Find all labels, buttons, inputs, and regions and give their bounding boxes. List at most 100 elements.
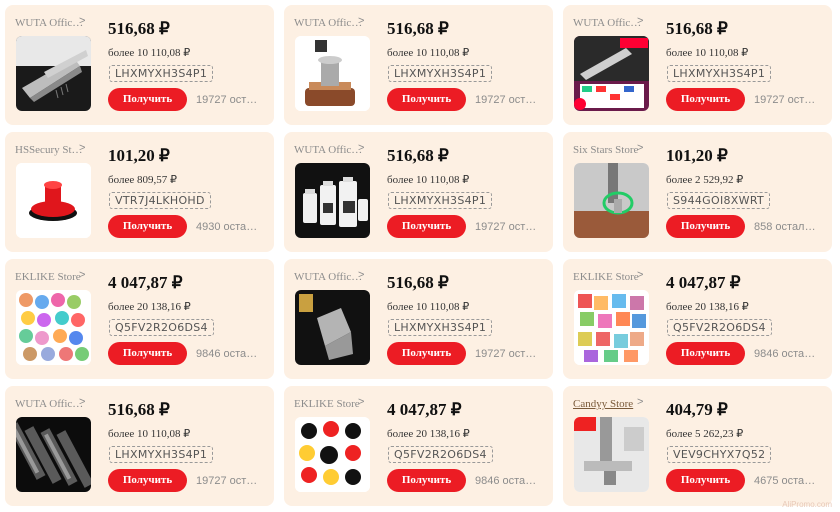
product-image[interactable] (574, 163, 649, 238)
minimum-order: более 5 262,23 ₽ (666, 428, 744, 440)
coupon-code[interactable]: Q5FV2R2O6DS4 (109, 319, 214, 336)
coupon-code[interactable]: Q5FV2R2O6DS4 (667, 319, 772, 336)
get-coupon-button[interactable]: Получить (666, 215, 745, 238)
coupon-card[interactable]: WUTA Official Store>516,68 ₽ более 10 110… (5, 5, 274, 125)
store-name[interactable]: WUTA Official Store (294, 17, 364, 29)
minimum-order: более 10 110,08 ₽ (387, 174, 470, 186)
product-image[interactable] (295, 290, 370, 365)
coupon-code[interactable]: LHXMYXH3S4P1 (109, 446, 214, 463)
product-image[interactable] (16, 163, 91, 238)
coupon-code[interactable]: Q5FV2R2O6DS4 (388, 446, 493, 463)
minimum-order: более 2 529,92 ₽ (666, 174, 744, 186)
coupon-price: 101,20 ₽ (108, 146, 170, 165)
chevron-right-icon[interactable]: > (358, 142, 364, 154)
coupon-price: 4 047,87 ₽ (108, 273, 183, 292)
minimum-order: более 20 138,16 ₽ (108, 301, 191, 313)
get-coupon-button[interactable]: Получить (387, 342, 466, 365)
remaining-count: 4675 осталось (754, 475, 816, 487)
coupon-price: 516,68 ₽ (666, 19, 728, 38)
coupon-card[interactable]: WUTA Official Store>516,68 ₽ более 10 110… (284, 5, 553, 125)
coupon-card[interactable]: EKLIKE Store >4 047,87 ₽ более 20 138,16 ₽… (284, 386, 553, 506)
chevron-right-icon[interactable]: > (637, 269, 643, 281)
store-name[interactable]: EKLIKE Store (294, 398, 364, 410)
coupon-price: 516,68 ₽ (387, 19, 449, 38)
coupon-card[interactable]: Candyy Store >404,79 ₽ более 5 262,23 ₽ VEV… (563, 386, 832, 506)
product-image[interactable] (16, 417, 91, 492)
remaining-count: 19727 осталось (475, 221, 537, 233)
product-image[interactable] (16, 290, 91, 365)
remaining-count: 9846 осталось (475, 475, 537, 487)
coupon-card[interactable]: HSSecury Store >101,20 ₽ более 809,57 ₽ VTR… (5, 132, 274, 252)
product-image[interactable] (574, 290, 649, 365)
store-name[interactable]: WUTA Official Store (15, 17, 85, 29)
product-image[interactable] (295, 417, 370, 492)
coupon-card[interactable]: EKLIKE Store >4 047,87 ₽ более 20 138,16 ₽… (5, 259, 274, 379)
store-name[interactable]: WUTA Official Store (294, 271, 364, 283)
store-name[interactable]: EKLIKE Store (15, 271, 85, 283)
chevron-right-icon[interactable]: > (358, 269, 364, 281)
coupon-card[interactable]: Six Stars Store >101,20 ₽ более 2 529,92 ₽… (563, 132, 832, 252)
get-coupon-button[interactable]: Получить (666, 469, 745, 492)
store-name[interactable]: WUTA Official Store (294, 144, 364, 156)
store-name[interactable]: Candyy Store (573, 398, 643, 410)
coupon-price: 516,68 ₽ (387, 146, 449, 165)
get-coupon-button[interactable]: Получить (108, 342, 187, 365)
chevron-right-icon[interactable]: > (637, 15, 643, 27)
remaining-count: 4930 осталось (196, 221, 258, 233)
coupon-price: 101,20 ₽ (666, 146, 728, 165)
remaining-count: 19727 осталось (196, 94, 258, 106)
store-name[interactable]: WUTA Official Store (573, 17, 643, 29)
chevron-right-icon[interactable]: > (637, 396, 643, 408)
get-coupon-button[interactable]: Получить (108, 215, 187, 238)
coupon-code[interactable]: VEV9CHYX7Q52 (667, 446, 772, 463)
watermark: AliPromo.com (782, 500, 832, 509)
get-coupon-button[interactable]: Получить (387, 88, 466, 111)
chevron-right-icon[interactable]: > (358, 15, 364, 27)
product-image[interactable] (295, 163, 370, 238)
coupon-card[interactable]: WUTA Official Store>516,68 ₽ более 10 110… (5, 386, 274, 506)
store-name[interactable]: EKLIKE Store (573, 271, 643, 283)
remaining-count: 19727 осталось (754, 94, 816, 106)
get-coupon-button[interactable]: Получить (666, 342, 745, 365)
coupon-code[interactable]: S944GOI8XWRT (667, 192, 770, 209)
remaining-count: 19727 осталось (475, 94, 537, 106)
store-name[interactable]: Six Stars Store (573, 144, 643, 156)
coupon-code[interactable]: LHXMYXH3S4P1 (667, 65, 772, 82)
coupon-price: 404,79 ₽ (666, 400, 728, 419)
minimum-order: более 10 110,08 ₽ (108, 47, 191, 59)
coupon-code[interactable]: LHXMYXH3S4P1 (109, 65, 214, 82)
store-name[interactable]: WUTA Official Store (15, 398, 85, 410)
product-image[interactable] (574, 417, 649, 492)
chevron-right-icon[interactable]: > (79, 15, 85, 27)
coupon-price: 4 047,87 ₽ (387, 400, 462, 419)
coupon-grid: WUTA Official Store>516,68 ₽более 10 110… (5, 5, 832, 506)
coupon-card[interactable]: WUTA Official Store>516,68 ₽ более 10 110… (563, 5, 832, 125)
chevron-right-icon[interactable]: > (358, 396, 364, 408)
chevron-right-icon[interactable]: > (79, 396, 85, 408)
coupon-code[interactable]: VTR7J4LKHOHD (109, 192, 211, 209)
coupon-price: 516,68 ₽ (387, 273, 449, 292)
remaining-count: 858 осталось (754, 221, 816, 233)
product-image[interactable] (574, 36, 649, 111)
minimum-order: более 10 110,08 ₽ (666, 47, 749, 59)
get-coupon-button[interactable]: Получить (666, 88, 745, 111)
remaining-count: 19727 осталось (475, 348, 537, 360)
product-image[interactable] (16, 36, 91, 111)
product-image[interactable] (295, 36, 370, 111)
coupon-code[interactable]: LHXMYXH3S4P1 (388, 65, 493, 82)
coupon-card[interactable]: WUTA Official Store>516,68 ₽ более 10 110… (284, 132, 553, 252)
coupon-code[interactable]: LHXMYXH3S4P1 (388, 192, 493, 209)
get-coupon-button[interactable]: Получить (108, 469, 187, 492)
coupon-price: 516,68 ₽ (108, 400, 170, 419)
chevron-right-icon[interactable]: > (79, 269, 85, 281)
chevron-right-icon[interactable]: > (79, 142, 85, 154)
coupon-card[interactable]: WUTA Official Store>516,68 ₽ более 10 110… (284, 259, 553, 379)
get-coupon-button[interactable]: Получить (108, 88, 187, 111)
coupon-card[interactable]: EKLIKE Store >4 047,87 ₽ более 20 138,16 ₽… (563, 259, 832, 379)
store-name[interactable]: HSSecury Store (15, 144, 85, 156)
coupon-code[interactable]: LHXMYXH3S4P1 (388, 319, 493, 336)
get-coupon-button[interactable]: Получить (387, 469, 466, 492)
get-coupon-button[interactable]: Получить (387, 215, 466, 238)
chevron-right-icon[interactable]: > (637, 142, 643, 154)
remaining-count: 9846 осталось (754, 348, 816, 360)
